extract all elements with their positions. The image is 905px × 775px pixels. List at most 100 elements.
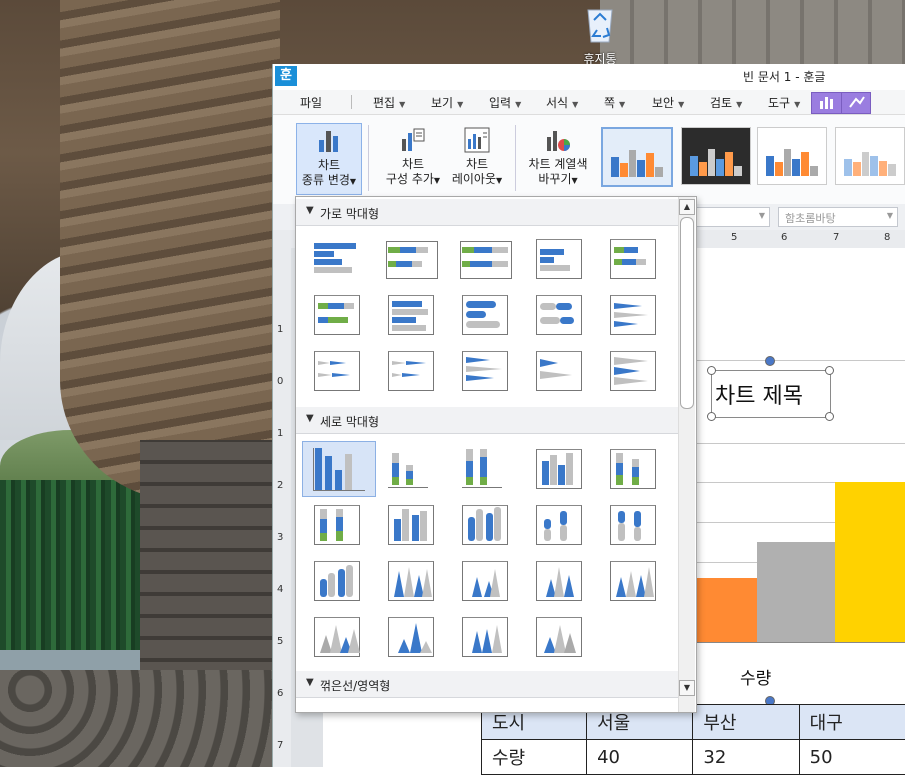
chart-layout-button[interactable]: 차트 레이아웃▼ [445, 123, 509, 193]
table-cell[interactable]: 32 [693, 740, 799, 775]
chart-color-button[interactable]: 차트 계열색 바꾸기▼ [523, 123, 593, 193]
ruler-mark: 3 [277, 532, 283, 543]
menu-review[interactable]: 검토▼ [710, 94, 742, 111]
ruler-mark: 6 [277, 688, 283, 699]
chart-type-hbar-clustered[interactable] [304, 235, 362, 281]
chart-type-vbar-cone-100[interactable] [526, 557, 584, 603]
hwp-logo-icon[interactable]: 훈 [275, 66, 297, 86]
table-cell[interactable]: 50 [799, 740, 905, 775]
chart-type-vbar-3d-stacked[interactable] [600, 445, 658, 491]
chart-add-element-label-2: 구성 추가 [386, 172, 434, 186]
chart-type-vbar-stacked[interactable] [378, 445, 436, 491]
chart-type-vbar-3d-clustered[interactable] [526, 445, 584, 491]
menu-review-label: 검토 [710, 96, 732, 110]
menu-page[interactable]: 쪽▼ [604, 94, 625, 111]
chart-type-vbar-cone-stacked[interactable] [452, 557, 510, 603]
menu-input[interactable]: 입력▼ [489, 94, 521, 111]
chart-type-vbar-cone-3d[interactable] [600, 557, 658, 603]
title-handle-tl[interactable] [707, 366, 716, 375]
chart-type-hbar-3d-stacked[interactable] [600, 235, 658, 281]
section-vertical-bar[interactable]: ▼ 세로 막대형 [296, 407, 678, 434]
chart-type-vbar-pyramid-3d[interactable] [526, 613, 584, 659]
window-title: 빈 문서 1 - 훈글 [743, 68, 825, 85]
table-cell[interactable]: 부산 [693, 705, 799, 740]
chart-type-hbar-3d[interactable] [526, 235, 584, 281]
chart-frame [314, 295, 360, 335]
title-handle-tr[interactable] [825, 366, 834, 375]
scroll-down-icon[interactable]: ▼ [679, 680, 695, 696]
font-value: 함초롬바탕 [785, 210, 836, 226]
chart-type-vbar-pyramid-stacked[interactable] [378, 613, 436, 659]
chart-type-hbar-cylinder-stacked[interactable] [526, 291, 584, 337]
chevron-down-icon: ▼ [515, 100, 521, 109]
menu-tools[interactable]: 도구 ▼ [768, 94, 800, 111]
table-cell[interactable]: 40 [587, 740, 693, 775]
chart-type-vbar-100[interactable] [452, 445, 510, 491]
recycle-bin-icon[interactable] [583, 4, 617, 44]
chart-type-vbar-3d-column[interactable] [378, 501, 436, 547]
chart-type-vbar-cylinder-100[interactable] [600, 501, 658, 547]
tower [600, 0, 905, 64]
ruler-mark: 0 [277, 376, 283, 387]
chart-type-hbar-cone[interactable] [600, 291, 658, 337]
chart-bar-daegu[interactable] [835, 482, 905, 642]
chart-type-vbar-pyramid[interactable] [304, 613, 362, 659]
chevron-down-icon: ▼ [678, 100, 684, 109]
chart-type-vbar-cylinder-3d[interactable] [304, 557, 362, 603]
chart-type-hbar-3d-clustered[interactable] [378, 291, 436, 337]
menu-edit[interactable]: 편집▼ [373, 94, 405, 111]
scroll-thumb[interactable] [680, 217, 694, 409]
data-table[interactable]: 도시 서울 부산 대구 수량 40 32 50 [481, 704, 905, 775]
chevron-down-icon: ▼ [794, 100, 800, 109]
chart-type-hbar-cone-stacked[interactable] [304, 347, 362, 393]
chart-type-vbar-cylinder[interactable] [452, 501, 510, 547]
chart-type-hbar-pyramid-2[interactable] [600, 347, 658, 393]
vertical-ruler[interactable]: 1 0 1 2 3 4 5 6 7 [273, 248, 292, 767]
table-cell[interactable]: 수량 [482, 740, 587, 775]
chart-axis-label[interactable]: 수량 [740, 664, 771, 689]
menu-tools-label: 도구 [768, 96, 790, 110]
chart-bar-busan[interactable] [757, 542, 835, 642]
chart-type-hbar-cone-stacked-2[interactable] [378, 347, 436, 393]
chart-type-hbar-cylinder[interactable] [452, 291, 510, 337]
section-vertical-bar-label: 세로 막대형 [320, 413, 379, 430]
menu-security[interactable]: 보안▼ [652, 94, 684, 111]
chart-type-icon [316, 128, 342, 154]
chart-type-vbar-3d-100[interactable] [304, 501, 362, 547]
title-handle-bl[interactable] [707, 412, 716, 421]
menu-page-label: 쪽 [604, 96, 615, 110]
table-cell[interactable]: 대구 [799, 705, 905, 740]
chart-context-tabs[interactable] [811, 92, 871, 114]
section-line-area[interactable]: ▼ 꺾은선/영역형 [296, 671, 678, 698]
chart-type-hbar-stacked[interactable] [378, 235, 436, 281]
chart-bar-seoul[interactable] [697, 578, 757, 642]
chart-type-hbar-100[interactable] [452, 235, 510, 281]
chart-type-vbar-cone[interactable] [378, 557, 436, 603]
chart-type-hbar-pyramid[interactable] [526, 347, 584, 393]
scroll-up-icon[interactable]: ▲ [679, 199, 695, 215]
chart-style-3[interactable] [757, 127, 827, 185]
title-handle-br[interactable] [825, 412, 834, 421]
chart-type-vbar-pyramid-100[interactable] [452, 613, 510, 659]
font-select[interactable]: 함초롬바탕 ▼ [778, 207, 898, 227]
menu-format[interactable]: 서식▼ [546, 94, 578, 111]
menu-file[interactable]: 파일 [300, 94, 322, 111]
chart-type-vbar-cylinder-stacked[interactable] [526, 501, 584, 547]
chart-type-hbar-3d-100[interactable] [304, 291, 362, 337]
chart-style-1[interactable] [601, 127, 673, 187]
menu-view[interactable]: 보기▼ [431, 94, 463, 111]
chart-frame [536, 505, 582, 545]
menu-edit-label: 편집 [373, 96, 395, 110]
chart-title[interactable]: 차트 제목 [715, 378, 803, 410]
ruler-mark: 6 [781, 232, 787, 243]
chart-style-4[interactable] [835, 127, 905, 185]
section-horizontal-bar[interactable]: ▼ 가로 막대형 [296, 199, 678, 226]
chart-add-element-button[interactable]: 차트 구성 추가▼ [381, 123, 445, 193]
chart-type-hbar-cone-100[interactable] [452, 347, 510, 393]
chart-resize-handle-top[interactable] [765, 356, 775, 366]
chart-type-change-button[interactable]: 차트 종류 변경▼ [296, 123, 362, 195]
chart-style-2[interactable] [681, 127, 751, 185]
table-row: 수량 40 32 50 [482, 740, 905, 775]
chart-type-vbar-clustered[interactable] [302, 441, 376, 497]
gallery-scrollbar[interactable]: ▲ ▼ [678, 197, 695, 712]
